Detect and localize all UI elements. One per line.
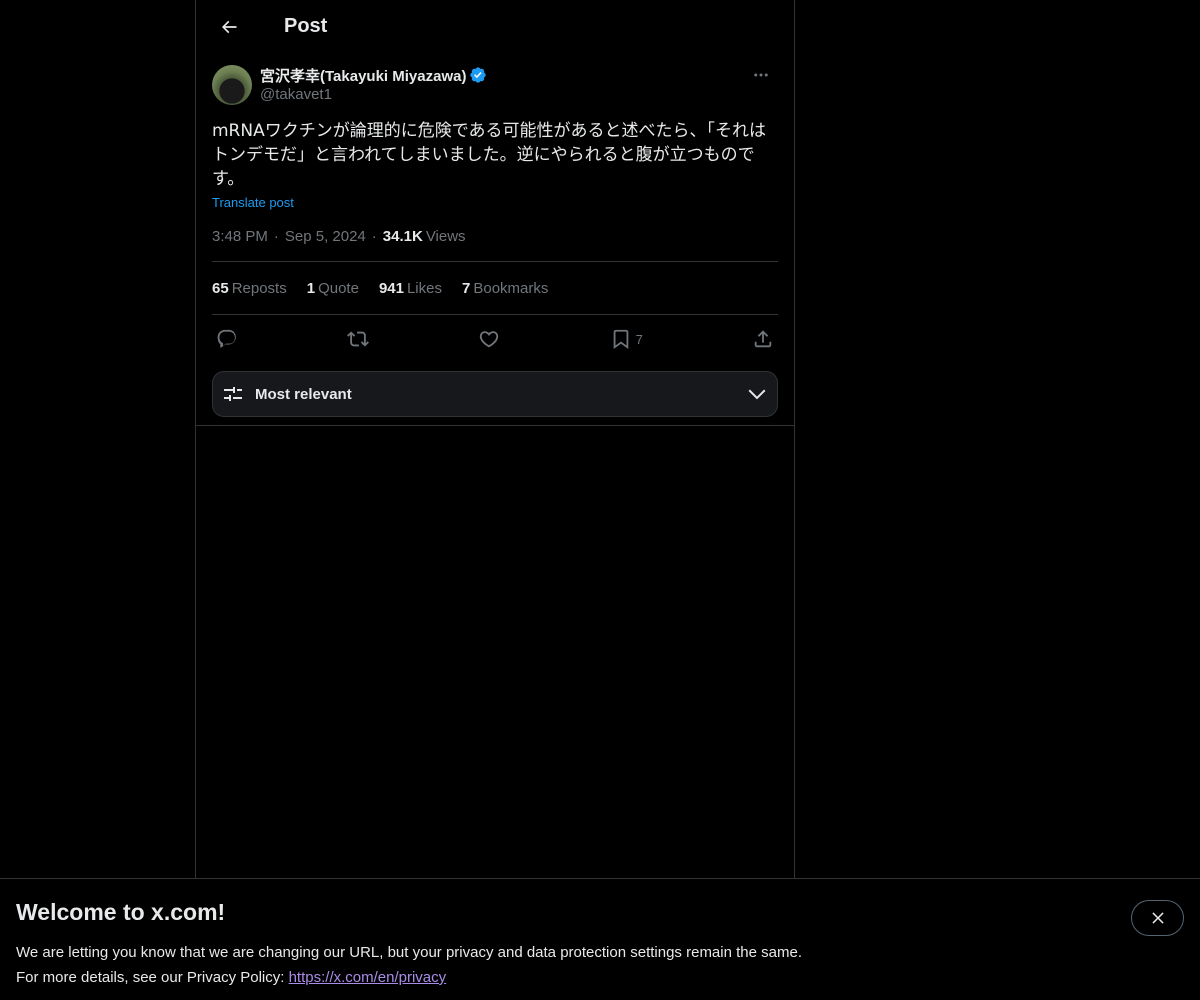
more-options-button[interactable]: [744, 63, 778, 87]
likes-count: 941: [378, 279, 404, 297]
page-header: Post: [196, 0, 794, 53]
post-text: mRNAワクチンが論理的に危険である可能性があると述べたら、「それは トンデモだ…: [212, 121, 767, 189]
arrow-left-icon: [221, 20, 237, 33]
page-title: Post: [284, 15, 328, 37]
likes-stat[interactable]: 941 Likes: [379, 280, 442, 297]
post-meta: 3:48 PM · Sep 5, 2024 · 34.1K Views: [212, 228, 778, 262]
privacy-policy-link[interactable]: https://x.com/en/privacy: [289, 969, 447, 986]
banner-text: We are letting you know that we are chan…: [16, 940, 1184, 990]
close-icon: [1151, 912, 1164, 924]
repost-icon: [347, 331, 370, 347]
reposts-label: Reposts: [231, 279, 287, 297]
bookmarks-label: Bookmarks: [473, 279, 549, 297]
reply-button[interactable]: [216, 328, 238, 350]
chevron-down-icon: [748, 389, 766, 400]
repost-button[interactable]: [347, 328, 370, 350]
bookmark-button[interactable]: 7: [610, 328, 643, 350]
views-count: 34.1K: [382, 228, 423, 245]
welcome-banner: Welcome to x.com! We are letting you kno…: [0, 878, 1200, 1000]
close-banner-button[interactable]: [1131, 900, 1184, 936]
post-time[interactable]: 3:48 PM: [212, 228, 268, 245]
post-date[interactable]: Sep 5, 2024: [285, 228, 366, 245]
reposts-count: 65: [212, 279, 229, 297]
share-button[interactable]: [752, 328, 774, 350]
author-row: 宮沢孝幸(Takayuki Miyazawa) @takavet1: [212, 65, 778, 105]
sliders-icon: [224, 387, 242, 401]
main-column: Post 宮沢孝幸(Takayuki Miyazawa) @takavet1 m…: [195, 0, 795, 880]
quote-stat[interactable]: 1 Quote: [307, 280, 359, 297]
heart-icon: [480, 331, 499, 348]
bookmarks-count: 7: [462, 279, 471, 297]
bookmarks-stat[interactable]: 7 Bookmarks: [462, 280, 548, 297]
post-actions: 7: [212, 315, 778, 363]
post: 宮沢孝幸(Takayuki Miyazawa) @takavet1 mRNAワク…: [196, 53, 794, 426]
verified-badge-icon: [469, 66, 487, 84]
banner-line-1: We are letting you know that we are chan…: [16, 944, 802, 961]
banner-title: Welcome to x.com!: [16, 899, 226, 925]
meta-separator: ·: [371, 228, 377, 245]
post-stats: 65 Reposts 1 Quote 941 Likes 7 Bookmarks: [212, 262, 778, 315]
more-dots-icon: [754, 73, 768, 77]
back-button[interactable]: [212, 10, 246, 44]
author-names: 宮沢孝幸(Takayuki Miyazawa) @takavet1: [260, 65, 744, 105]
author-display-name[interactable]: 宮沢孝幸(Takayuki Miyazawa): [260, 65, 744, 85]
share-icon: [754, 330, 772, 348]
author-display-name-text: 宮沢孝幸(Takayuki Miyazawa): [260, 67, 467, 85]
banner-line-2-prefix: For more details, see our Privacy Policy…: [16, 969, 289, 986]
reposts-stat[interactable]: 65 Reposts: [212, 280, 287, 297]
section-divider: [196, 425, 794, 426]
meta-separator: ·: [273, 228, 279, 245]
quote-label: Quote: [318, 279, 359, 297]
translate-post-link[interactable]: Translate post: [212, 195, 294, 210]
sort-label: Most relevant: [255, 385, 352, 403]
reply-sort-dropdown[interactable]: Most relevant: [212, 371, 778, 417]
views-label: Views: [425, 228, 466, 245]
likes-label: Likes: [406, 279, 442, 297]
author-handle[interactable]: @takavet1: [260, 85, 744, 105]
quote-count: 1: [306, 279, 316, 297]
bookmark-icon: [613, 329, 628, 350]
bookmark-count: 7: [635, 331, 643, 347]
avatar[interactable]: [212, 65, 252, 105]
banner-line-2: For more details, see our Privacy Policy…: [16, 965, 1184, 990]
reply-icon: [217, 329, 236, 348]
like-button[interactable]: [478, 328, 500, 350]
